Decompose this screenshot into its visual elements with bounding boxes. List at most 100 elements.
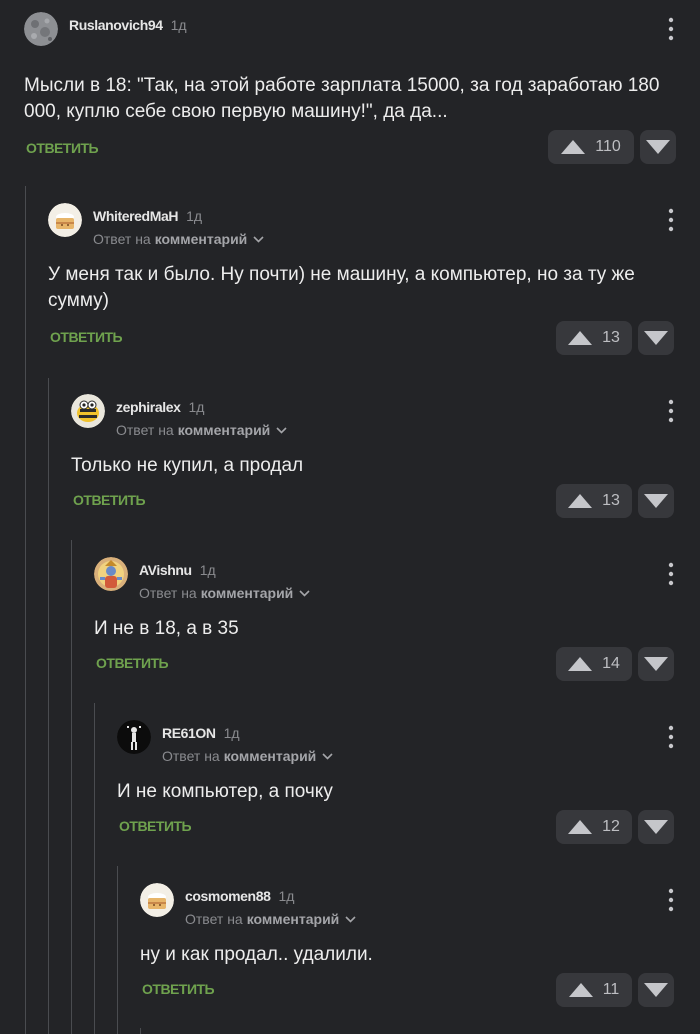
username[interactable]: WhiteredMaH (93, 208, 178, 224)
downvote-button[interactable] (640, 130, 676, 164)
vote-count: 11 (602, 981, 620, 998)
downvote-button[interactable] (638, 810, 674, 844)
thread-line (48, 378, 49, 1034)
reply-button[interactable]: ОТВЕТИТЬ (96, 655, 169, 671)
comment-text: У меня так и было. Ну почти) не машину, … (48, 264, 635, 311)
deity-avatar[interactable] (94, 557, 128, 591)
reply-to-target: комментарий (177, 422, 271, 438)
comment: RE61ON 1д Ответ на комментарий И не комп… (117, 720, 700, 850)
chevron-down-icon (322, 752, 333, 760)
comment: cosmomen88 1д Ответ на комментарий ну и … (140, 883, 700, 1013)
downvote-icon (644, 983, 668, 997)
reply-to-prefix: Ответ на (93, 231, 151, 247)
vote-controls: 13 (556, 321, 674, 355)
upvote-icon (561, 140, 586, 154)
vote-count: 13 (602, 329, 620, 346)
reply-to-link[interactable]: Ответ на комментарий (185, 911, 356, 927)
reply-button[interactable]: ОТВЕТИТЬ (73, 492, 146, 508)
upvote-button[interactable]: 110 (548, 130, 634, 164)
downvote-icon (644, 657, 668, 671)
username[interactable]: zephiralex (116, 399, 181, 415)
vote-count: 110 (595, 138, 621, 155)
comment-age: 1д (188, 399, 205, 415)
comment-text: Только не купил, а продал (71, 455, 304, 476)
vote-controls: 14 (556, 647, 674, 681)
cake-avatar[interactable] (140, 883, 174, 917)
downvote-button[interactable] (638, 484, 674, 518)
comment: zephiralex 1д Ответ на комментарий Тольк… (71, 394, 700, 524)
thread-line (71, 540, 72, 1034)
reply-to-target: комментарий (200, 585, 294, 601)
chevron-down-icon (345, 915, 356, 923)
upvote-button[interactable]: 12 (556, 810, 632, 844)
upvote-button[interactable]: 14 (556, 647, 632, 681)
figure-avatar[interactable] (117, 720, 151, 754)
more-options-icon[interactable] (668, 399, 674, 423)
upvote-icon (568, 657, 593, 671)
thread-line (117, 866, 118, 1034)
comment-text: Мысли в 18: "Так, на этой работе зарплат… (24, 75, 660, 122)
comment-age: 1д (223, 725, 240, 741)
upvote-icon (568, 983, 593, 997)
comment-text: И не компьютер, а почку (117, 781, 333, 802)
reply-button[interactable]: ОТВЕТИТЬ (142, 981, 215, 997)
comment-text: И не в 18, а в 35 (94, 618, 239, 639)
reply-to-link[interactable]: Ответ на комментарий (116, 422, 287, 438)
vote-controls: 110 (548, 130, 676, 164)
more-options-icon[interactable] (668, 208, 674, 232)
bee-avatar[interactable] (71, 394, 105, 428)
username[interactable]: RE61ON (162, 725, 216, 741)
downvote-button[interactable] (638, 321, 674, 355)
username[interactable]: cosmomen88 (185, 888, 271, 904)
more-options-icon[interactable] (668, 562, 674, 586)
thread-line (140, 1028, 141, 1034)
reply-to-target: комментарий (246, 911, 340, 927)
comment-age: 1д (186, 208, 203, 224)
comment: WhiteredMaH 1д Ответ на комментарий У ме… (48, 203, 700, 363)
vote-controls: 12 (556, 810, 674, 844)
comment-age: 1д (170, 17, 187, 33)
thread-line (25, 186, 26, 1034)
upvote-icon (568, 331, 593, 345)
comment: AVishnu 1д Ответ на комментарий И не в 1… (94, 557, 700, 687)
comment: Ruslanovich94 1д Мысли в 18: "Так, на эт… (24, 12, 700, 172)
cake-avatar[interactable] (48, 203, 82, 237)
comment-text: ну и как продал.. удалили. (140, 944, 373, 965)
reply-to-link[interactable]: Ответ на комментарий (139, 585, 310, 601)
downvote-icon (646, 140, 670, 154)
reply-to-link[interactable]: Ответ на комментарий (162, 748, 333, 764)
downvote-button[interactable] (638, 973, 674, 1007)
downvote-button[interactable] (638, 647, 674, 681)
more-options-icon[interactable] (668, 17, 674, 41)
downvote-icon (644, 820, 668, 834)
reply-to-prefix: Ответ на (139, 585, 197, 601)
upvote-icon (568, 820, 593, 834)
chevron-down-icon (299, 589, 310, 597)
moon-avatar[interactable] (24, 12, 58, 46)
reply-to-target: комментарий (154, 231, 248, 247)
reply-button[interactable]: ОТВЕТИТЬ (50, 329, 123, 345)
reply-to-link[interactable]: Ответ на комментарий (93, 231, 264, 247)
upvote-button[interactable]: 11 (556, 973, 632, 1007)
upvote-button[interactable]: 13 (556, 484, 632, 518)
vote-controls: 11 (556, 973, 674, 1007)
vote-count: 13 (602, 492, 620, 509)
reply-to-prefix: Ответ на (162, 748, 220, 764)
username[interactable]: Ruslanovich94 (69, 17, 163, 33)
upvote-button[interactable]: 13 (556, 321, 632, 355)
reply-button[interactable]: ОТВЕТИТЬ (26, 140, 99, 156)
vote-controls: 13 (556, 484, 674, 518)
upvote-icon (568, 494, 593, 508)
reply-to-target: комментарий (223, 748, 317, 764)
vote-count: 14 (602, 655, 620, 672)
thread-line (94, 703, 95, 1034)
reply-to-prefix: Ответ на (116, 422, 174, 438)
more-options-icon[interactable] (668, 725, 674, 749)
reply-to-prefix: Ответ на (185, 911, 243, 927)
comment-age: 1д (278, 888, 295, 904)
reply-button[interactable]: ОТВЕТИТЬ (119, 818, 192, 834)
more-options-icon[interactable] (668, 888, 674, 912)
chevron-down-icon (253, 235, 264, 243)
downvote-icon (644, 331, 668, 345)
username[interactable]: AVishnu (139, 562, 192, 578)
